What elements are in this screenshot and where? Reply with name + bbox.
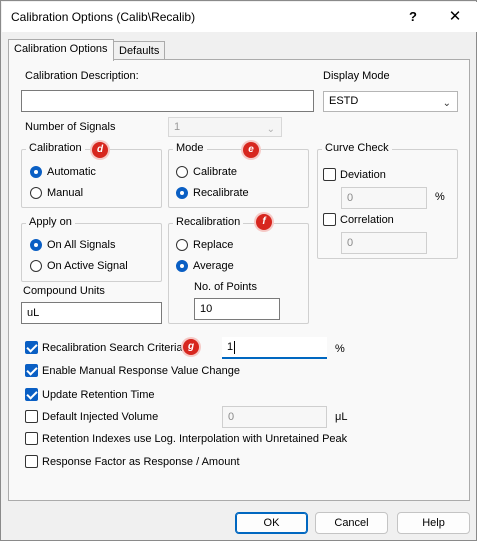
window-title: Calibration Options (Calib\Recalib) [11,10,196,24]
radio-average[interactable]: Average [176,258,234,274]
compound-units-label: Compound Units [23,285,105,297]
apply-on-title: Apply on [26,216,75,228]
radio-dot [30,187,42,199]
retention-index-checkbox[interactable]: Retention Indexes use Log. Interpolation… [25,431,347,447]
help-button[interactable]: Help [397,512,470,534]
search-criteria-value: 1 [227,341,234,353]
chevron-down-icon: ⌄ [266,124,275,135]
radio-automatic-label: Automatic [47,166,96,178]
callout-badge-e: e [243,142,259,158]
radio-dot [30,260,42,272]
manual-response-label: Enable Manual Response Value Change [42,365,240,377]
update-rt-label: Update Retention Time [42,389,155,401]
retention-index-label: Retention Indexes use Log. Interpolation… [42,433,348,445]
title-bar: Calibration Options (Calib\Recalib) ? ✕ [2,2,477,32]
checkbox-box [25,432,38,445]
cancel-button[interactable]: Cancel [315,512,388,534]
radio-replace[interactable]: Replace [176,237,233,253]
radio-dot [176,260,188,272]
deviation-unit: % [435,191,445,203]
radio-dot [30,239,42,251]
num-signals-value: 1 [174,121,181,133]
checkbox-box [323,213,336,226]
manual-response-checkbox[interactable]: Enable Manual Response Value Change [25,363,240,379]
checkbox-box [25,410,38,423]
calibration-group-title: Calibration [26,142,85,154]
default-volume-input: 0 [222,406,327,428]
deviation-checkbox[interactable]: Deviation [323,167,386,183]
radio-dot [30,166,42,178]
points-label: No. of Points [194,281,257,293]
deviation-label: Deviation [340,169,386,181]
checkbox-box [25,455,38,468]
close-icon[interactable]: ✕ [440,6,470,28]
radio-calibrate-label: Calibrate [193,166,238,178]
description-label: Calibration Description: [25,70,139,82]
update-rt-checkbox[interactable]: Update Retention Time [25,387,155,403]
radio-manual-label: Manual [47,187,84,199]
checkbox-box [323,168,336,181]
radio-average-label: Average [193,260,234,272]
points-input[interactable]: 10 [194,298,280,320]
correlation-label: Correlation [340,214,394,226]
default-volume-unit: μL [335,411,348,423]
search-criteria-unit: % [335,343,345,355]
search-criteria-input[interactable]: 1 [222,337,327,359]
num-signals-label: Number of Signals [25,121,116,133]
callout-badge-g: g [183,339,199,355]
radio-all-signals-label: On All Signals [47,239,116,251]
description-input[interactable] [21,90,314,112]
text-caret [234,340,236,354]
checkbox-box [25,341,38,354]
search-criteria-label: Recalibration Search Criteria [42,342,183,354]
default-volume-label: Default Injected Volume [42,411,159,423]
radio-dot [176,239,188,251]
curve-check-title: Curve Check [322,142,392,154]
response-factor-checkbox[interactable]: Response Factor as Response / Amount [25,454,240,470]
deviation-input: 0 [341,187,427,209]
compound-units-input[interactable]: uL [21,302,162,324]
ok-button[interactable]: OK [235,512,308,534]
radio-all-signals[interactable]: On All Signals [30,237,115,253]
radio-recalibrate-label: Recalibrate [193,187,249,199]
radio-replace-label: Replace [193,239,234,251]
radio-automatic[interactable]: Automatic [30,164,96,180]
radio-manual[interactable]: Manual [30,185,83,201]
num-signals-select: 1 ⌄ [168,117,282,137]
callout-badge-f: f [256,214,272,230]
display-mode-value: ESTD [329,95,359,107]
radio-calibrate[interactable]: Calibrate [176,164,237,180]
correlation-input: 0 [341,232,427,254]
tab-defaults[interactable]: Defaults [113,41,166,61]
radio-dot [176,166,188,178]
callout-badge-d: d [92,142,108,158]
tab-calibration-options[interactable]: Calibration Options [8,39,114,61]
help-title-button[interactable]: ? [398,6,428,28]
chevron-down-icon: ⌄ [442,98,451,109]
search-criteria-checkbox[interactable]: Recalibration Search Criteria [25,340,183,356]
correlation-checkbox[interactable]: Correlation [323,212,394,228]
display-mode-label: Display Mode [323,70,390,82]
mode-group-title: Mode [173,142,207,154]
default-volume-checkbox[interactable]: Default Injected Volume [25,409,158,425]
checkbox-box [25,364,38,377]
radio-active-signal-label: On Active Signal [47,260,128,272]
recalibration-title: Recalibration [173,216,244,228]
radio-active-signal[interactable]: On Active Signal [30,258,128,274]
calibration-options-dialog: Calibration Options (Calib\Recalib) ? ✕ … [0,0,477,541]
display-mode-select[interactable]: ESTD ⌄ [323,91,458,112]
checkbox-box [25,388,38,401]
response-factor-label: Response Factor as Response / Amount [42,456,240,468]
radio-dot [176,187,188,199]
radio-recalibrate[interactable]: Recalibrate [176,185,249,201]
